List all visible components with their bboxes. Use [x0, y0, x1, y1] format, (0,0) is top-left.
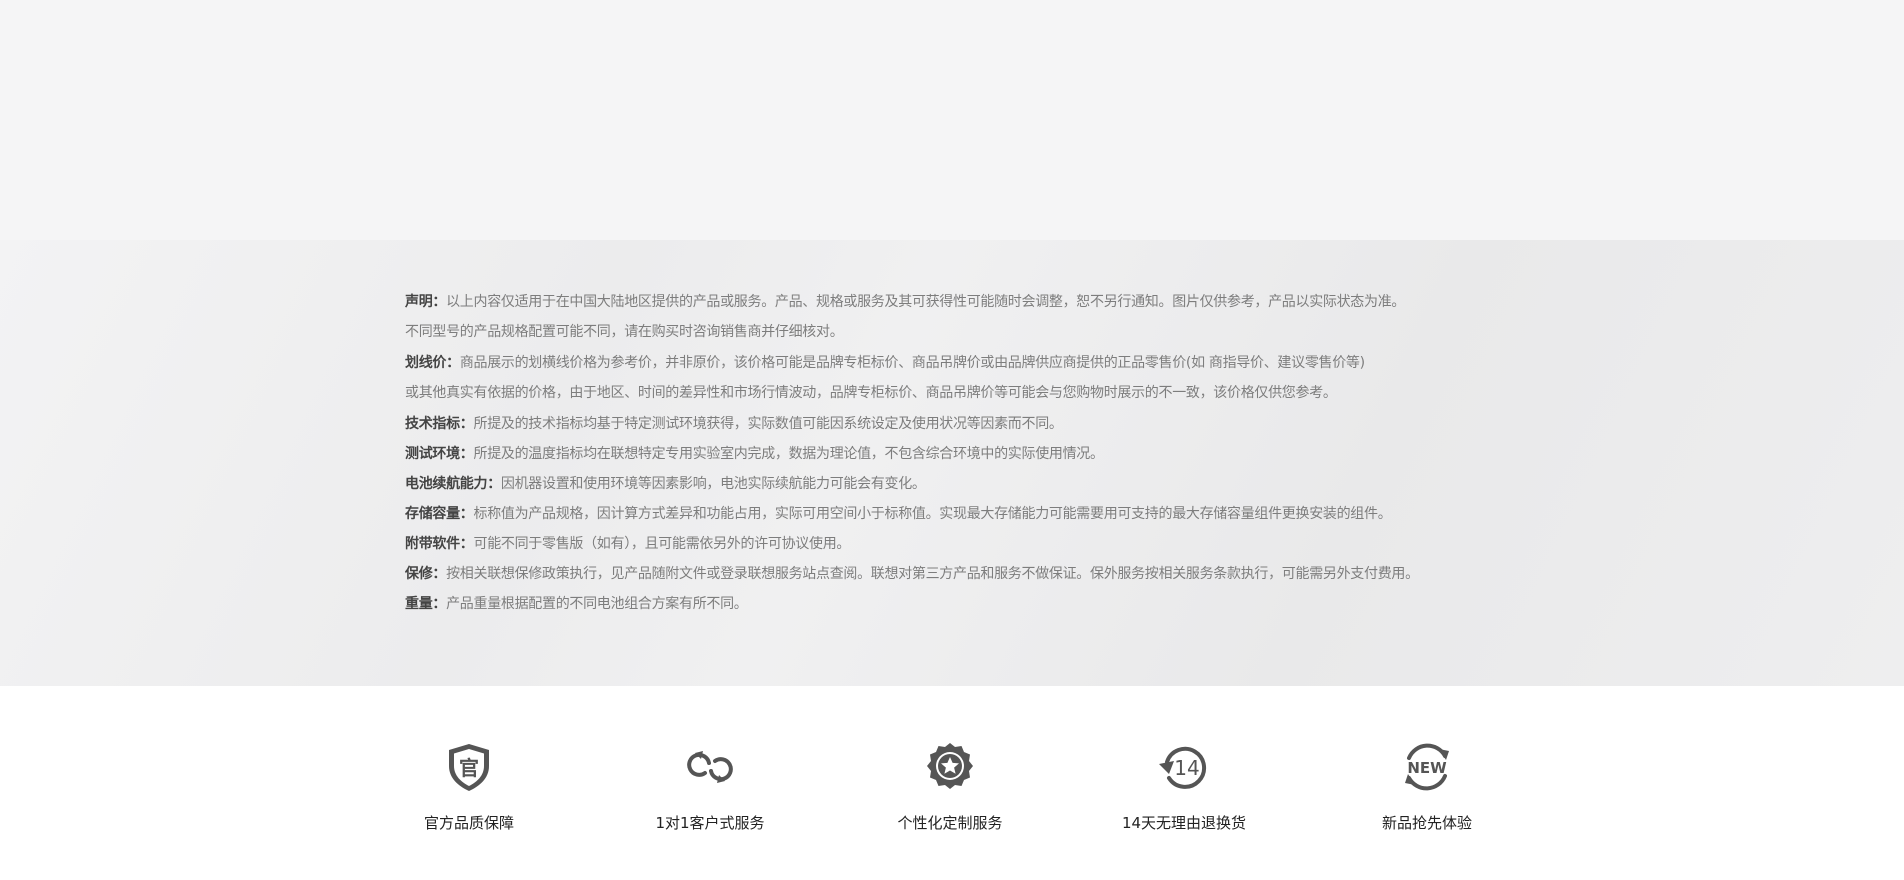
weight-text: 产品重量根据配置的不同电池组合方案有所不同。	[446, 596, 748, 612]
storage-line: 存储容量：标称值为产品规格，因计算方式差异和功能占用，实际可用空间小于标称值。实…	[405, 499, 1565, 529]
tech-spec-key: 技术指标：	[405, 416, 474, 432]
warranty-line: 保修：按相关联想保修政策执行，见产品随附文件或登录联想服务站点查阅。联想对第三方…	[405, 559, 1565, 589]
statement-block: 声明：以上内容仅适用于在中国大陆地区提供的产品或服务。产品、规格或服务及其可获得…	[405, 287, 1565, 347]
service-14-day-return[interactable]: 14 14天无理由退换货	[1084, 740, 1284, 833]
test-env-key: 测试环境：	[405, 446, 474, 462]
return-days-glyph: 14	[1174, 756, 1199, 780]
warranty-text: 按相关联想保修政策执行，见产品随附文件或登录联想服务站点查阅。联想对第三方产品和…	[446, 566, 1419, 582]
service-label: 新品抢先体验	[1381, 814, 1472, 832]
test-env-line: 测试环境：所提及的温度指标均在联想特定专用实验室内完成，数据为理论值，不包含综合…	[405, 439, 1565, 469]
service-promises-bar: 官 官方品质保障 1对1客户式服务 个性化定制服务 14 14天无理由退换货 N…	[0, 686, 1904, 880]
star-badge-icon	[927, 743, 973, 789]
statement-text: 以上内容仅适用于在中国大陆地区提供的产品或服务。产品、规格或服务及其可获得性可能…	[446, 294, 1406, 310]
battery-text: 因机器设置和使用环境等因素影响，电池实际续航能力可能会有变化。	[500, 476, 926, 492]
service-label: 1对1客户式服务	[655, 814, 765, 832]
strike-price-text: 商品展示的划横线价格为参考价，并非原价，该价格可能是品牌专柜标价、商品吊牌价或由…	[459, 355, 1365, 371]
official-shield-icon: 官	[449, 744, 489, 791]
weight-key: 重量：	[405, 596, 447, 612]
software-text: 可能不同于零售版（如有），且可能需依另外的许可协议使用。	[473, 536, 851, 552]
weight-line: 重量：产品重量根据配置的不同电池组合方案有所不同。	[405, 589, 1565, 619]
new-product-icon: NEW	[1405, 743, 1449, 791]
battery-line: 电池续航能力：因机器设置和使用环境等因素影响，电池实际续航能力可能会有变化。	[405, 469, 1565, 499]
service-label: 14天无理由退换货	[1121, 814, 1247, 832]
top-banner-area	[0, 0, 1904, 240]
strike-price-block: 划线价：商品展示的划横线价格为参考价，并非原价，该价格可能是品牌专柜标价、商品吊…	[405, 348, 1565, 408]
new-glyph: NEW	[1407, 759, 1447, 777]
service-new-product[interactable]: NEW 新品抢先体验	[1327, 740, 1527, 833]
battery-key: 电池续航能力：	[405, 476, 501, 492]
return-14-days-icon: 14	[1159, 746, 1207, 789]
tech-spec-line: 技术指标：所提及的技术指标均基于特定测试环境获得，实际数值可能因系统设定及使用状…	[405, 409, 1565, 439]
service-official-quality[interactable]: 官 官方品质保障	[369, 740, 569, 833]
statement-line-2: 不同型号的产品规格配置可能不同，请在购买时咨询销售商并仔细核对。	[405, 324, 844, 340]
service-customization[interactable]: 个性化定制服务	[850, 740, 1050, 833]
disclaimer-text-block: 声明：以上内容仅适用于在中国大陆地区提供的产品或服务。产品、规格或服务及其可获得…	[405, 287, 1565, 619]
shield-glyph: 官	[459, 756, 479, 780]
service-label: 官方品质保障	[423, 814, 514, 832]
statement-line: 声明：以上内容仅适用于在中国大陆地区提供的产品或服务。产品、规格或服务及其可获得…	[405, 287, 1565, 317]
strike-price-line-2: 或其他真实有依据的价格，由于地区、时间的差异性和市场行情波动，品牌专柜标价、商品…	[405, 385, 1337, 401]
service-one-to-one[interactable]: 1对1客户式服务	[610, 740, 810, 833]
software-line: 附带软件：可能不同于零售版（如有），且可能需依另外的许可协议使用。	[405, 529, 1565, 559]
test-env-text: 所提及的温度指标均在联想特定专用实验室内完成，数据为理论值，不包含综合环境中的实…	[473, 446, 1105, 462]
tech-spec-text: 所提及的技术指标均基于特定测试环境获得，实际数值可能因系统设定及使用状况等因素而…	[473, 416, 1063, 432]
one-to-one-link-icon	[687, 751, 733, 783]
storage-text: 标称值为产品规格，因计算方式差异和功能占用，实际可用空间小于标称值。实现最大存储…	[473, 506, 1392, 522]
warranty-key: 保修：	[405, 566, 447, 582]
statement-key: 声明：	[405, 294, 447, 310]
software-key: 附带软件：	[405, 536, 474, 552]
storage-key: 存储容量：	[405, 506, 474, 522]
strike-price-line: 划线价：商品展示的划横线价格为参考价，并非原价，该价格可能是品牌专柜标价、商品吊…	[405, 348, 1565, 378]
service-label: 个性化定制服务	[897, 814, 1003, 832]
strike-price-key: 划线价：	[405, 355, 460, 371]
